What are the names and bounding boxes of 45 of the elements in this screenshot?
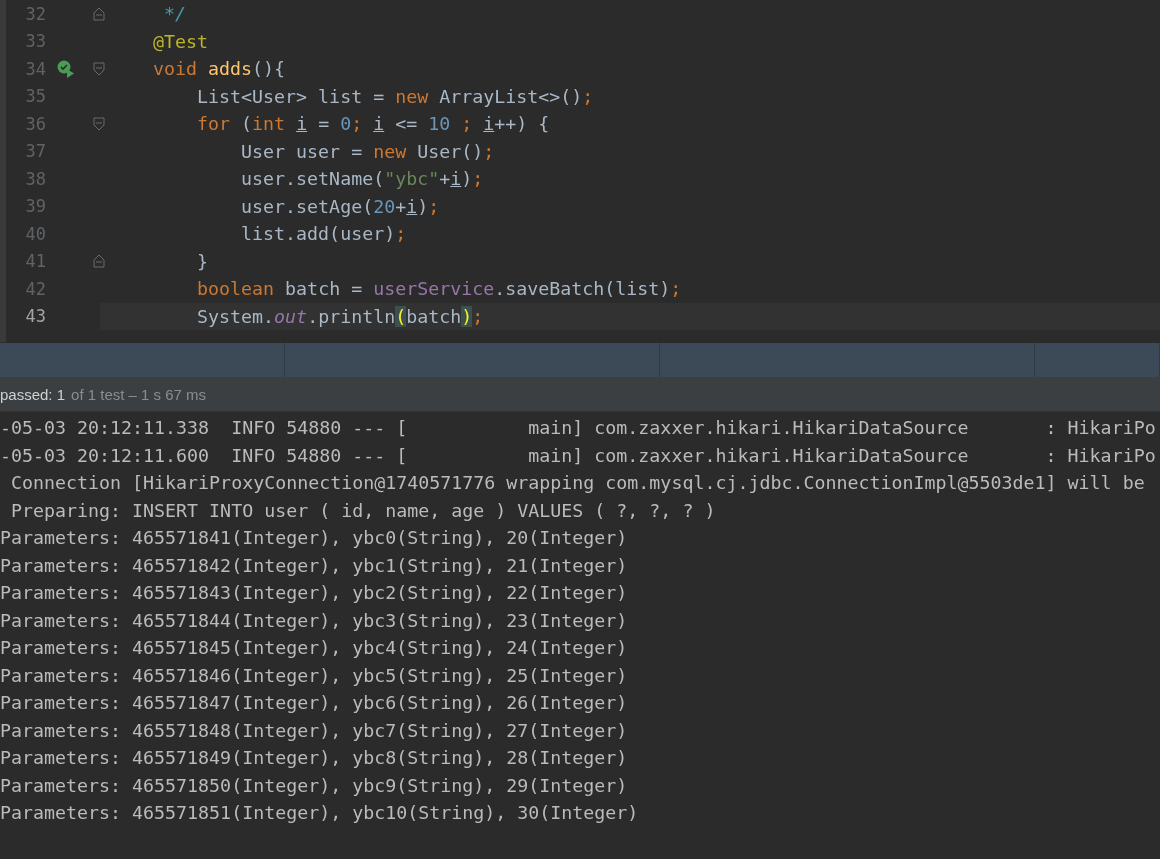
tests-passed-label: passed: 1 (0, 385, 66, 403)
console-line: Connection [HikariProxyConnection@1740571776 wrapping com.mysql.cj.jdbc.ConnectionImpl@5503de1] will be (10, 472, 1145, 493)
line-number: 39 (24, 196, 47, 217)
code-line: User user = new User(); (240, 139, 496, 164)
console-line: Parameters: 465571842(Integer), ybc1(String), 21(Integer) (0, 554, 628, 576)
console-line: Parameters: 465571846(Integer), ybc5(String), 25(Integer) (0, 664, 628, 686)
console-line: Parameters: 465571849(Integer), ybc8(String), 28(Integer) (0, 747, 628, 768)
code-line: boolean batch = userService.saveBatch(list); (196, 277, 683, 302)
code-line: } (196, 249, 210, 274)
code-line: user.setName("ybc"+i); (240, 167, 485, 192)
console-line: Parameters: 465571841(Integer), ybc0(String), 20(Integer) (0, 527, 628, 548)
console-line: Parameters: 465571847(Integer), ybc6(String), 26(Integer) (0, 692, 628, 713)
code-line: void adds(){ (152, 57, 287, 82)
line-number: 40 (24, 223, 47, 244)
console-line: Parameters: 465571844(Integer), ybc3(String), 23(Integer) (0, 609, 628, 631)
console-line: Parameters: 465571843(Integer), ybc2(String), 22(Integer) (0, 582, 628, 603)
line-number: 34 (24, 58, 47, 79)
fold-marker-icon[interactable] (93, 116, 105, 131)
console-line: -05-03 20:12:11.600 INFO 54880 --- [ main] com.zaxxer.hikari.HikariDataSource : HikariPo (0, 444, 1156, 466)
console-line: -05-03 20:12:11.338 INFO 54880 --- [ main] com.zaxxer.hikari.HikariDataSource : HikariPo (0, 417, 1156, 438)
line-number: 41 (24, 251, 47, 272)
fold-marker-icon[interactable] (93, 61, 105, 76)
fold-marker-icon[interactable] (93, 254, 105, 269)
line-number: 38 (24, 168, 47, 189)
line-number: 33 (24, 31, 47, 52)
console-line: Parameters: 465571850(Integer), ybc9(String), 29(Integer) (0, 774, 628, 796)
line-number: 32 (24, 3, 47, 24)
line-number: 35 (24, 86, 47, 107)
code-line: @Test (152, 29, 210, 54)
code-line: List<User> list = new ArrayList<>(); (196, 84, 595, 109)
code-line: user.setAge(20+i); (240, 194, 441, 219)
run-test-icon[interactable] (56, 58, 76, 79)
code-line: list.add(user); (240, 222, 408, 247)
console-line: Parameters: 465571851(Integer), ybc10(String), 30(Integer) (0, 802, 639, 823)
code-line: */ (163, 2, 188, 27)
console-line: Parameters: 465571848(Integer), ybc7(String), 27(Integer) (0, 719, 628, 741)
console-line: Preparing: INSERT INTO user ( id, name, age ) VALUES ( ?, ?, ? ) (10, 499, 716, 521)
line-number: 43 (24, 306, 47, 327)
line-number: 36 (24, 113, 47, 134)
fold-marker-icon[interactable] (93, 6, 105, 21)
line-number: 42 (24, 278, 47, 299)
code-line: for (int i = 0; i <= 10 ; i++) { (196, 112, 551, 137)
test-duration-label: of 1 test – 1 s 67 ms (71, 385, 207, 403)
console-line: Parameters: 465571845(Integer), ybc4(String), 24(Integer) (0, 637, 628, 658)
line-number: 37 (24, 141, 47, 162)
